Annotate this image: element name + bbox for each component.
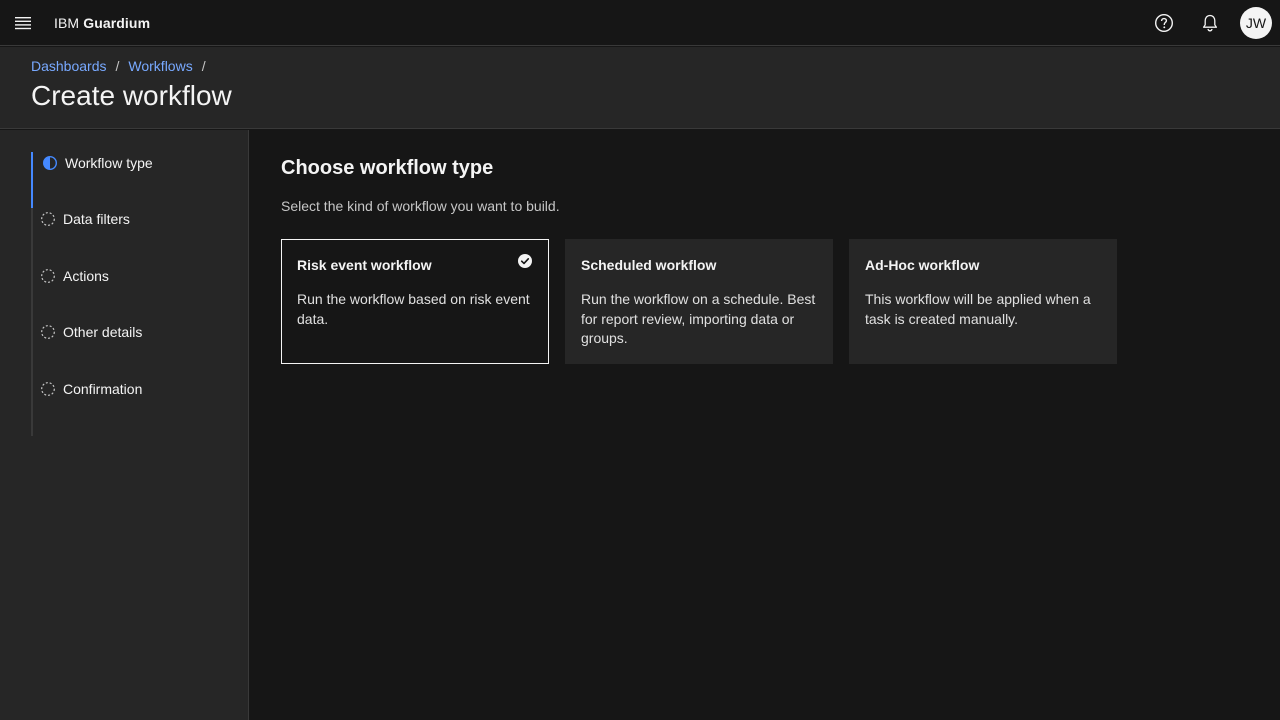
progress-sidebar: Workflow type Data filters Actions Other… [0, 130, 249, 720]
page-header: Dashboards / Workflows / Create workflow [0, 47, 1280, 129]
breadcrumb: Dashboards / Workflows / [31, 58, 215, 74]
progress-indicator: Workflow type Data filters Actions Other… [31, 152, 241, 436]
step-label: Actions [63, 268, 109, 284]
card-title: Ad-Hoc workflow [865, 257, 980, 273]
step-incomplete-icon [41, 212, 55, 226]
main-content: Choose workflow type Select the kind of … [250, 130, 1280, 720]
product-name[interactable]: IBM Guardium [54, 15, 150, 31]
brand-prefix: IBM [54, 14, 80, 31]
card-risk-event-workflow[interactable]: Risk event workflow Run the workflow bas… [281, 239, 549, 364]
step-label: Other details [63, 324, 143, 340]
step-actions[interactable]: Actions [31, 265, 241, 321]
section-description: Select the kind of workflow you want to … [281, 198, 560, 214]
card-title: Scheduled workflow [581, 257, 717, 273]
step-other-details[interactable]: Other details [31, 321, 241, 377]
menu-icon [15, 16, 31, 29]
help-icon [1154, 13, 1174, 33]
step-incomplete-icon [41, 382, 55, 396]
user-avatar[interactable]: JW [1240, 7, 1272, 39]
brand-name: Guardium [83, 14, 151, 31]
notification-icon [1202, 14, 1218, 32]
help-button[interactable] [1141, 0, 1187, 46]
breadcrumb-separator: / [115, 58, 120, 74]
step-label: Data filters [63, 211, 130, 227]
header-actions: JW [1141, 0, 1280, 46]
step-incomplete-icon [41, 325, 55, 339]
card-title: Risk event workflow [297, 257, 432, 273]
breadcrumb-link-dashboards[interactable]: Dashboards [31, 58, 107, 74]
step-label: Workflow type [65, 155, 153, 171]
notifications-button[interactable] [1187, 0, 1233, 46]
step-label: Confirmation [63, 381, 143, 397]
breadcrumb-separator: / [201, 58, 206, 74]
card-description: This workflow will be applied when a tas… [865, 291, 1091, 327]
step-current-icon [42, 155, 58, 171]
step-confirmation[interactable]: Confirmation [31, 378, 241, 434]
section-heading: Choose workflow type [281, 157, 494, 179]
card-ad-hoc-workflow[interactable]: Ad-Hoc workflow This workflow will be ap… [849, 239, 1117, 364]
step-data-filters[interactable]: Data filters [31, 208, 241, 264]
page-title: Create workflow [31, 80, 232, 111]
breadcrumb-link-workflows[interactable]: Workflows [128, 58, 192, 74]
top-header: IBM Guardium JW [0, 0, 1280, 46]
checkmark-filled-icon [518, 254, 532, 268]
card-description: Run the workflow based on risk event dat… [297, 291, 530, 327]
card-description: Run the workflow on a schedule. Best for… [581, 291, 816, 346]
menu-button[interactable] [0, 0, 46, 46]
card-scheduled-workflow[interactable]: Scheduled workflow Run the workflow on a… [565, 239, 833, 364]
step-incomplete-icon [41, 269, 55, 283]
step-workflow-type[interactable]: Workflow type [31, 152, 241, 208]
